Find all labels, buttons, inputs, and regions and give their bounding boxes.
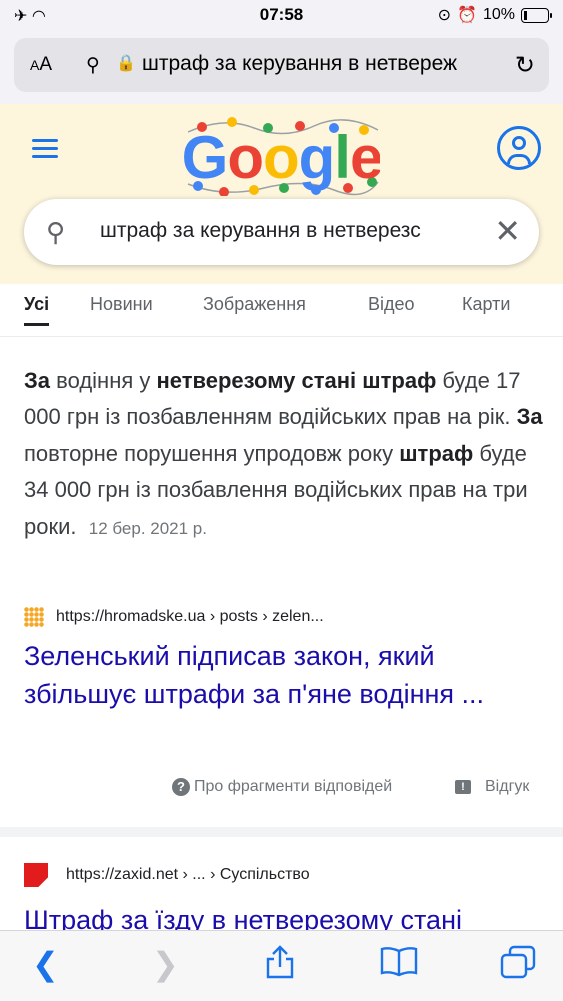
feedback-icon: ! <box>455 780 471 794</box>
about-snippets-link[interactable]: ? Про фрагменти відповідей <box>172 778 392 796</box>
result-source[interactable]: https://hromadske.ua › posts › zelen... <box>24 607 324 627</box>
snippet-bold-text: За <box>24 368 51 393</box>
text-size-button[interactable]: AA <box>30 54 52 76</box>
reload-icon[interactable]: ↻ <box>515 51 535 80</box>
about-label: Про фрагменти відповідей <box>194 778 393 795</box>
divider <box>0 827 563 837</box>
snippet-bold-text: нетверезому стані штраф <box>156 368 437 393</box>
snippet-text: За водіння у нетверезому стані штраф буд… <box>24 363 544 547</box>
status-right: ⊙ ⏰ 10% <box>437 5 552 25</box>
search-icon: ⚲ <box>46 217 66 247</box>
google-doodle-logo[interactable]: Google <box>184 114 380 196</box>
zaxid-favicon <box>24 863 48 887</box>
tab-maps[interactable]: Карти <box>462 294 510 315</box>
clear-icon[interactable]: ✕ <box>494 212 521 250</box>
forward-icon[interactable]: ❯ <box>152 945 179 983</box>
featured-snippet-card: За водіння у нетверезому стані штраф буд… <box>0 337 563 827</box>
search-icon: ⚲ <box>86 55 100 76</box>
orientation-lock-icon: ⊙ <box>437 7 452 24</box>
tab-video[interactable]: Відео <box>368 294 415 315</box>
result-title-link[interactable]: Зеленський підписав закон, який збільшує… <box>24 637 544 713</box>
source-url[interactable]: https://hromadske.ua › posts › zelen... <box>56 608 324 626</box>
tab-images[interactable]: Зображення <box>203 294 306 315</box>
hromadske-favicon <box>24 607 44 627</box>
address-text[interactable]: штраф за керування в нетвереж <box>142 52 502 76</box>
tab-news[interactable]: Новини <box>90 294 153 315</box>
status-bar: ✈ ◠ 07:58 ⊙ ⏰ 10% <box>0 0 563 32</box>
tabs-icon[interactable] <box>500 945 536 987</box>
snippet-footer: ? Про фрагменти відповідей ! Відгук <box>0 775 563 803</box>
search-tabs: Усі Новини Зображення Відео Карти <box>0 284 563 337</box>
search-box[interactable]: ⚲ штраф за керування в нетверезс ✕ <box>24 199 539 265</box>
feedback-button[interactable]: ! Відгук <box>455 778 529 796</box>
snippet-bold-text: За <box>516 404 543 430</box>
google-header: Google ⚲ штраф за керування в нетверезс … <box>0 104 563 284</box>
snippet-bold-text: штраф <box>399 440 474 466</box>
alarm-icon: ⏰ <box>457 7 477 24</box>
battery-icon <box>521 7 552 23</box>
battery-percent: 10% <box>482 6 515 23</box>
bookmarks-icon[interactable] <box>380 945 418 985</box>
account-icon[interactable] <box>497 126 541 170</box>
search-result-card: https://zaxid.net › ... › Суспільство Шт… <box>0 837 563 937</box>
address-bar[interactable]: AA ⚲ 🔒 штраф за керування в нетвереж ↻ <box>14 38 549 92</box>
festive-lights-decoration: Google <box>184 117 380 196</box>
lock-icon: 🔒 <box>116 55 136 72</box>
browser-toolbar: ❮ ❯ <box>0 930 563 1001</box>
search-input[interactable]: штраф за керування в нетверезс <box>100 219 474 243</box>
browser-address-area: AA ⚲ 🔒 штраф за керування в нетвереж ↻ <box>0 32 563 104</box>
snippet-text-run: повторне порушення упродовж року <box>24 440 400 466</box>
share-icon[interactable] <box>264 945 296 987</box>
tab-all[interactable]: Усі <box>24 294 50 326</box>
snippet-date: 12 бер. 2021 р. <box>88 518 207 538</box>
menu-icon[interactable] <box>32 139 58 159</box>
source-url[interactable]: https://zaxid.net › ... › Суспільство <box>66 866 310 884</box>
help-icon: ? <box>172 778 190 796</box>
back-icon[interactable]: ❮ <box>32 945 59 983</box>
snippet-text-run: водіння у <box>50 368 157 393</box>
result-source[interactable]: https://zaxid.net › ... › Суспільство <box>24 863 310 887</box>
feedback-label: Відгук <box>485 778 530 795</box>
svg-text:Google: Google <box>184 124 380 191</box>
